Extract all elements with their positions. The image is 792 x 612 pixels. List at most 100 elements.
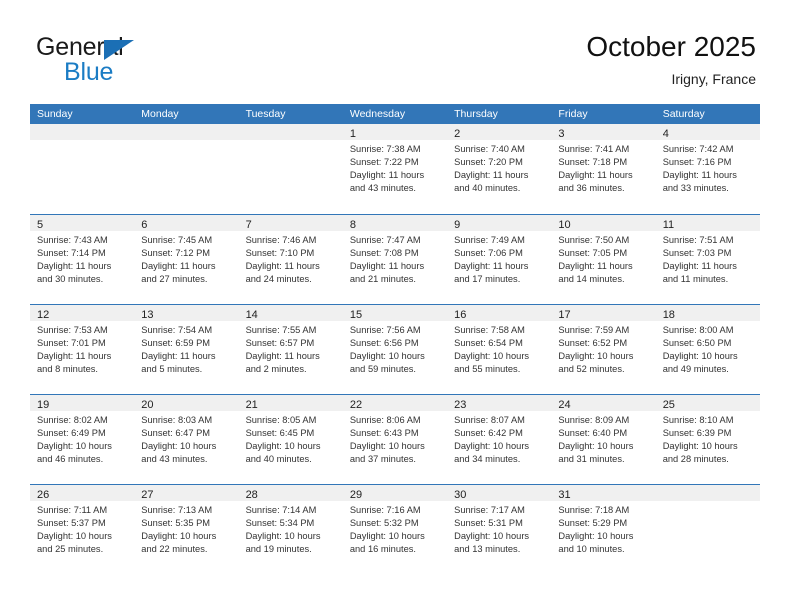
- sunset-text: Sunset: 6:39 PM: [662, 428, 732, 438]
- sunset-text: Sunset: 6:47 PM: [141, 428, 211, 438]
- calendar-day-cell[interactable]: 26 Sunrise: 7:11 AM Sunset: 5:37 PM Dayligh…: [30, 485, 135, 574]
- day-number-band: 19: [30, 395, 135, 411]
- day-number: 14: [245, 309, 258, 321]
- daylight-text: Daylight: 11 hours: [558, 170, 633, 180]
- calendar-day-cell[interactable]: 14 Sunrise: 7:55 AM Sunset: 6:57 PM Dayligh…: [238, 305, 343, 394]
- calendar-day-cell[interactable]: 11 Sunrise: 7:51 AM Sunset: 7:03 PM Dayligh…: [655, 215, 760, 304]
- day-number-band: 1: [342, 124, 448, 140]
- day-number: 27: [141, 489, 154, 501]
- weekday-header-row: Sunday Monday Tuesday Wednesday Thursday Frid…: [30, 104, 760, 124]
- daylight-text: and 14 minutes.: [558, 274, 625, 284]
- daylight-text: Daylight: 11 hours: [141, 261, 216, 271]
- day-sun-info: Sunrise: 7:59 AM Sunset: 6:52 PM Daylight:…: [551, 321, 655, 376]
- day-number: 9: [454, 219, 461, 231]
- daylight-text: Daylight: 11 hours: [37, 261, 112, 271]
- daylight-text: and 11 minutes.: [662, 274, 729, 284]
- calendar-day-cell[interactable]: 20 Sunrise: 8:03 AM Sunset: 6:47 PM Dayligh…: [134, 395, 239, 484]
- sunrise-text: Sunrise: 7:43 AM: [37, 235, 108, 245]
- weekday-header-sunday: Sunday: [37, 108, 73, 120]
- calendar-day-cell[interactable]: 24 Sunrise: 8:09 AM Sunset: 6:40 PM Dayligh…: [551, 395, 656, 484]
- daylight-text: Daylight: 11 hours: [141, 351, 216, 361]
- sunset-text: Sunset: 5:32 PM: [349, 518, 419, 528]
- calendar-day-cell[interactable]: 22 Sunrise: 8:06 AM Sunset: 6:43 PM Dayligh…: [342, 395, 448, 484]
- day-sun-info: Sunrise: 7:17 AM Sunset: 5:31 PM Daylight:…: [447, 501, 551, 556]
- day-number: 20: [141, 399, 154, 411]
- calendar-day-cell[interactable]: 16 Sunrise: 7:58 AM Sunset: 6:54 PM Dayligh…: [447, 305, 552, 394]
- day-sun-info: Sunrise: 7:43 AM Sunset: 7:14 PM Daylight:…: [30, 231, 134, 286]
- brand-logo[interactable]: General Blue: [36, 33, 266, 89]
- daylight-text: and 43 minutes.: [349, 183, 416, 193]
- calendar-day-cell[interactable]: 27 Sunrise: 7:13 AM Sunset: 5:35 PM Dayligh…: [134, 485, 239, 574]
- weekday-header-tuesday: Tuesday: [245, 108, 286, 120]
- daylight-text: and 13 minutes.: [454, 544, 521, 554]
- daylight-text: Daylight: 11 hours: [454, 170, 529, 180]
- sunset-text: Sunset: 7:14 PM: [37, 248, 106, 258]
- sunrise-text: Sunrise: 7:51 AM: [662, 235, 734, 245]
- sunset-text: Sunset: 5:34 PM: [245, 518, 315, 528]
- day-sun-info: Sunrise: 7:51 AM Sunset: 7:03 PM Daylight:…: [656, 231, 760, 286]
- daylight-text: Daylight: 11 hours: [662, 261, 737, 271]
- calendar-day-cell[interactable]: 3 Sunrise: 7:41 AM Sunset: 7:18 PM Daylight…: [551, 124, 656, 214]
- calendar-day-cell[interactable]: 7 Sunrise: 7:46 AM Sunset: 7:10 PM Daylight…: [238, 215, 343, 304]
- day-number: 2: [454, 128, 461, 140]
- day-number: 1: [349, 128, 356, 140]
- day-number: 21: [245, 399, 258, 411]
- sunset-text: Sunset: 6:59 PM: [141, 338, 211, 348]
- calendar-week-row: 12 Sunrise: 7:53 AM Sunset: 7:01 PM Dayligh…: [30, 304, 760, 394]
- sunset-text: Sunset: 5:35 PM: [141, 518, 211, 528]
- calendar-day-cell[interactable]: 19 Sunrise: 8:02 AM Sunset: 6:49 PM Dayligh…: [30, 395, 135, 484]
- calendar-week-row: 5 Sunrise: 7:43 AM Sunset: 7:14 PM Daylight…: [30, 214, 760, 304]
- daylight-text: and 52 minutes.: [558, 364, 625, 374]
- day-number: 15: [349, 309, 363, 321]
- calendar-day-cell[interactable]: 1 Sunrise: 7:38 AM Sunset: 7:22 PM Daylight…: [342, 124, 448, 214]
- daylight-text: Daylight: 10 hours: [245, 531, 321, 541]
- daylight-text: and 36 minutes.: [558, 183, 625, 193]
- sunset-text: Sunset: 7:05 PM: [558, 248, 628, 258]
- day-number-band: [238, 124, 343, 140]
- calendar-day-cell[interactable]: 13 Sunrise: 7:54 AM Sunset: 6:59 PM Dayligh…: [134, 305, 239, 394]
- calendar-day-cell[interactable]: 10 Sunrise: 7:50 AM Sunset: 7:05 PM Dayligh…: [551, 215, 656, 304]
- calendar-day-cell[interactable]: 28 Sunrise: 7:14 AM Sunset: 5:34 PM Dayligh…: [238, 485, 343, 574]
- sunset-text: Sunset: 6:42 PM: [454, 428, 523, 438]
- daylight-text: and 37 minutes.: [349, 454, 416, 464]
- calendar-day-cell[interactable]: 25 Sunrise: 8:10 AM Sunset: 6:39 PM Dayligh…: [655, 395, 760, 484]
- day-sun-info: Sunrise: 7:45 AM Sunset: 7:12 PM Daylight:…: [134, 231, 238, 286]
- calendar-day-cell[interactable]: 23 Sunrise: 8:07 AM Sunset: 6:42 PM Dayligh…: [447, 395, 552, 484]
- calendar-grid: Sunday Monday Tuesday Wednesday Thursday Frid…: [30, 104, 760, 574]
- calendar-day-cell[interactable]: 31 Sunrise: 7:18 AM Sunset: 5:29 PM Dayligh…: [551, 485, 656, 574]
- calendar-day-cell[interactable]: 9 Sunrise: 7:49 AM Sunset: 7:06 PM Daylight…: [447, 215, 552, 304]
- sunrise-text: Sunrise: 8:06 AM: [349, 415, 421, 425]
- day-number: 28: [245, 489, 258, 501]
- daylight-text: Daylight: 10 hours: [141, 531, 217, 541]
- calendar-day-cell[interactable]: 4 Sunrise: 7:42 AM Sunset: 7:16 PM Daylight…: [655, 124, 760, 214]
- day-number-band: 26: [30, 485, 135, 501]
- calendar-day-cell[interactable]: 18 Sunrise: 8:00 AM Sunset: 6:50 PM Dayligh…: [655, 305, 760, 394]
- daylight-text: and 34 minutes.: [454, 454, 521, 464]
- calendar-day-cell[interactable]: 5 Sunrise: 7:43 AM Sunset: 7:14 PM Daylight…: [30, 215, 135, 304]
- daylight-text: and 55 minutes.: [454, 364, 521, 374]
- calendar-day-cell[interactable]: 2 Sunrise: 7:40 AM Sunset: 7:20 PM Daylight…: [447, 124, 552, 214]
- daylight-text: and 2 minutes.: [245, 364, 307, 374]
- day-number-band: [134, 124, 239, 140]
- day-sun-info: Sunrise: 7:14 AM Sunset: 5:34 PM Daylight:…: [239, 501, 343, 556]
- sunrise-text: Sunrise: 7:16 AM: [349, 505, 421, 515]
- calendar-day-cell[interactable]: 6 Sunrise: 7:45 AM Sunset: 7:12 PM Daylight…: [134, 215, 239, 304]
- calendar-day-cell[interactable]: 8 Sunrise: 7:47 AM Sunset: 7:08 PM Daylight…: [342, 215, 448, 304]
- calendar-day-cell[interactable]: 17 Sunrise: 7:59 AM Sunset: 6:52 PM Dayligh…: [551, 305, 656, 394]
- page-header: General Blue October 2025 Irigny, France: [0, 0, 792, 100]
- calendar-day-cell[interactable]: 15 Sunrise: 7:56 AM Sunset: 6:56 PM Dayligh…: [342, 305, 448, 394]
- calendar-day-cell[interactable]: 21 Sunrise: 8:05 AM Sunset: 6:45 PM Dayligh…: [238, 395, 343, 484]
- calendar-day-cell[interactable]: 12 Sunrise: 7:53 AM Sunset: 7:01 PM Dayligh…: [30, 305, 135, 394]
- calendar-day-cell[interactable]: 29 Sunrise: 7:16 AM Sunset: 5:32 PM Dayligh…: [342, 485, 448, 574]
- day-number-band: 24: [551, 395, 656, 411]
- day-sun-info: Sunrise: 7:49 AM Sunset: 7:06 PM Daylight:…: [447, 231, 551, 286]
- daylight-text: and 30 minutes.: [37, 274, 104, 284]
- sunrise-text: Sunrise: 7:54 AM: [141, 325, 213, 335]
- day-number: 12: [37, 309, 50, 321]
- calendar-day-cell[interactable]: 30 Sunrise: 7:17 AM Sunset: 5:31 PM Dayligh…: [447, 485, 552, 574]
- sunrise-text: Sunrise: 7:42 AM: [662, 144, 734, 154]
- day-number: 10: [558, 219, 571, 231]
- sunrise-text: Sunrise: 7:53 AM: [37, 325, 108, 335]
- day-sun-info: Sunrise: 8:09 AM Sunset: 6:40 PM Daylight:…: [551, 411, 655, 466]
- weekday-header-saturday: Saturday: [662, 108, 705, 120]
